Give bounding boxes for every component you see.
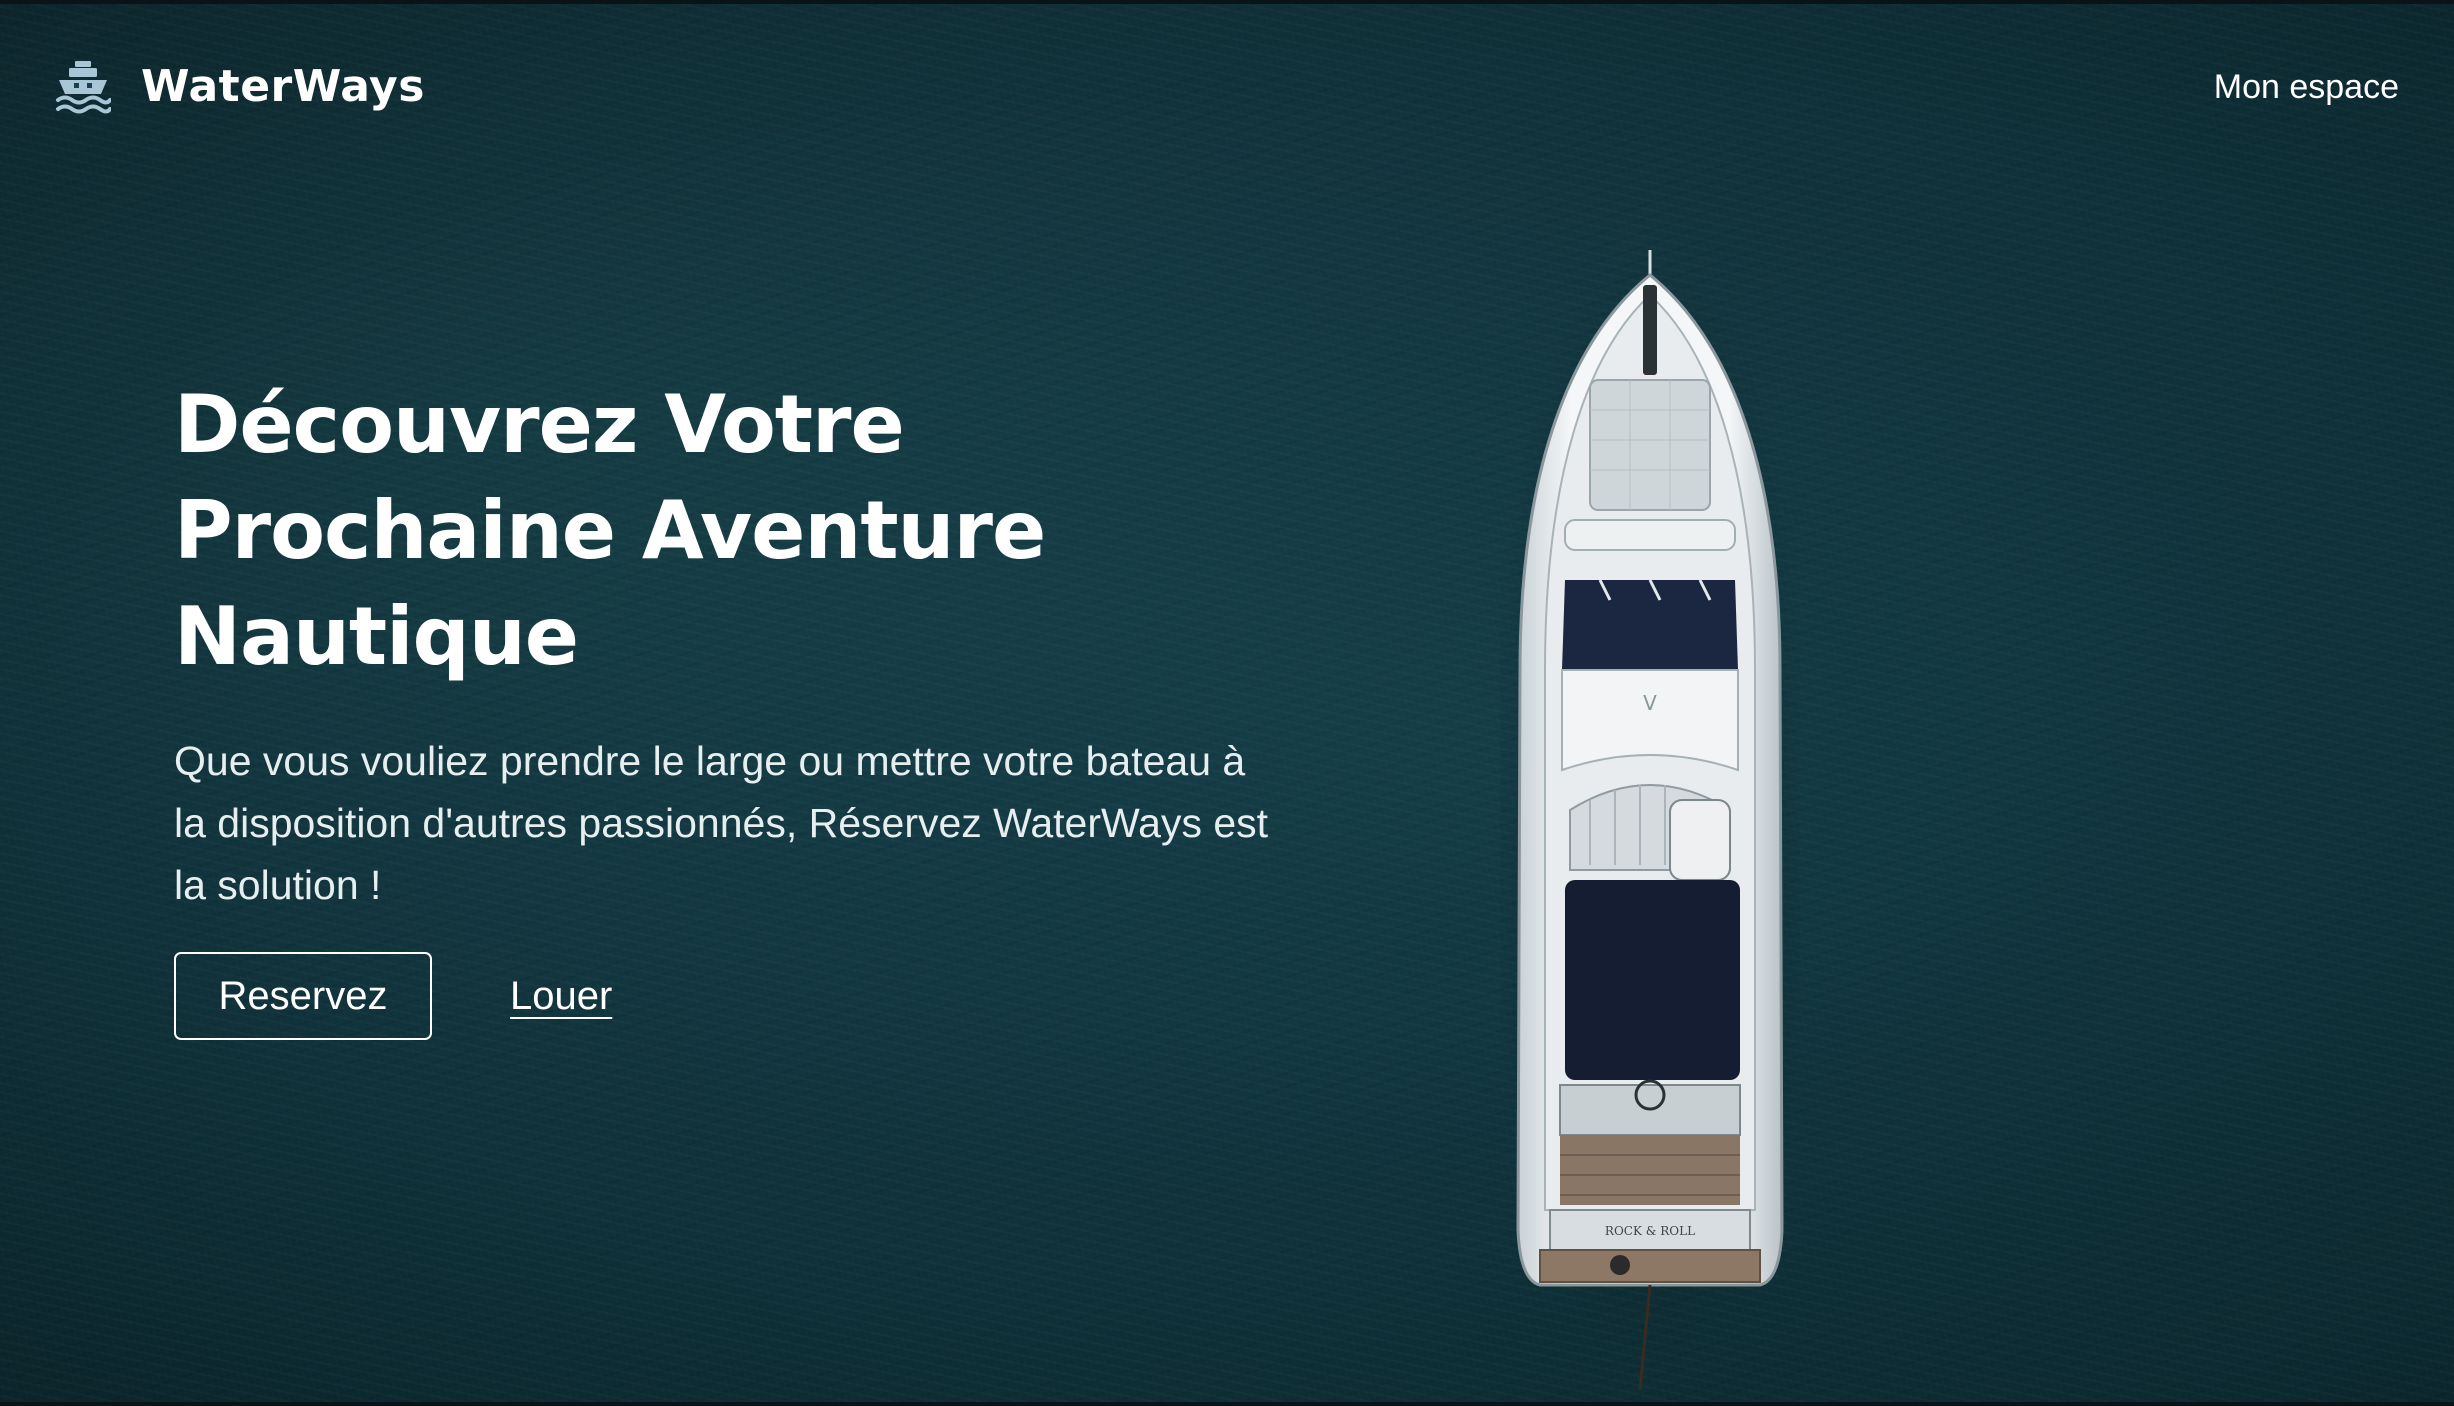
hero-headline: Découvrez Votre Prochaine Aventure Nauti… xyxy=(174,372,1294,690)
rent-link[interactable]: Louer xyxy=(510,974,612,1019)
headline-line-3: Nautique xyxy=(174,590,579,683)
ship-icon xyxy=(56,61,111,114)
site-header: WaterWays Mon espace xyxy=(0,0,2454,180)
brand-logo[interactable]: WaterWays xyxy=(55,58,425,114)
hero-content: Découvrez Votre Prochaine Aventure Nauti… xyxy=(174,372,1294,1040)
svg-text:V: V xyxy=(1643,691,1657,715)
headline-line-2: Prochaine Aventure xyxy=(174,484,1046,577)
headline-line-1: Découvrez Votre xyxy=(174,378,905,471)
brand-name: WaterWays xyxy=(141,60,425,112)
yacht-image: V ROCK & ROLL xyxy=(1500,250,1800,1391)
reserve-button[interactable]: Reservez xyxy=(174,952,432,1040)
my-space-link[interactable]: Mon espace xyxy=(2214,68,2399,107)
hero-section: WaterWays Mon espace Découvrez Votre Pro… xyxy=(0,0,2454,1406)
bottom-border xyxy=(0,1402,2454,1406)
hero-actions: Reservez Louer xyxy=(174,952,1294,1040)
boat-name-label: ROCK & ROLL xyxy=(1605,1224,1695,1238)
hero-subtitle: Que vous vouliez prendre le large ou met… xyxy=(174,738,1269,908)
